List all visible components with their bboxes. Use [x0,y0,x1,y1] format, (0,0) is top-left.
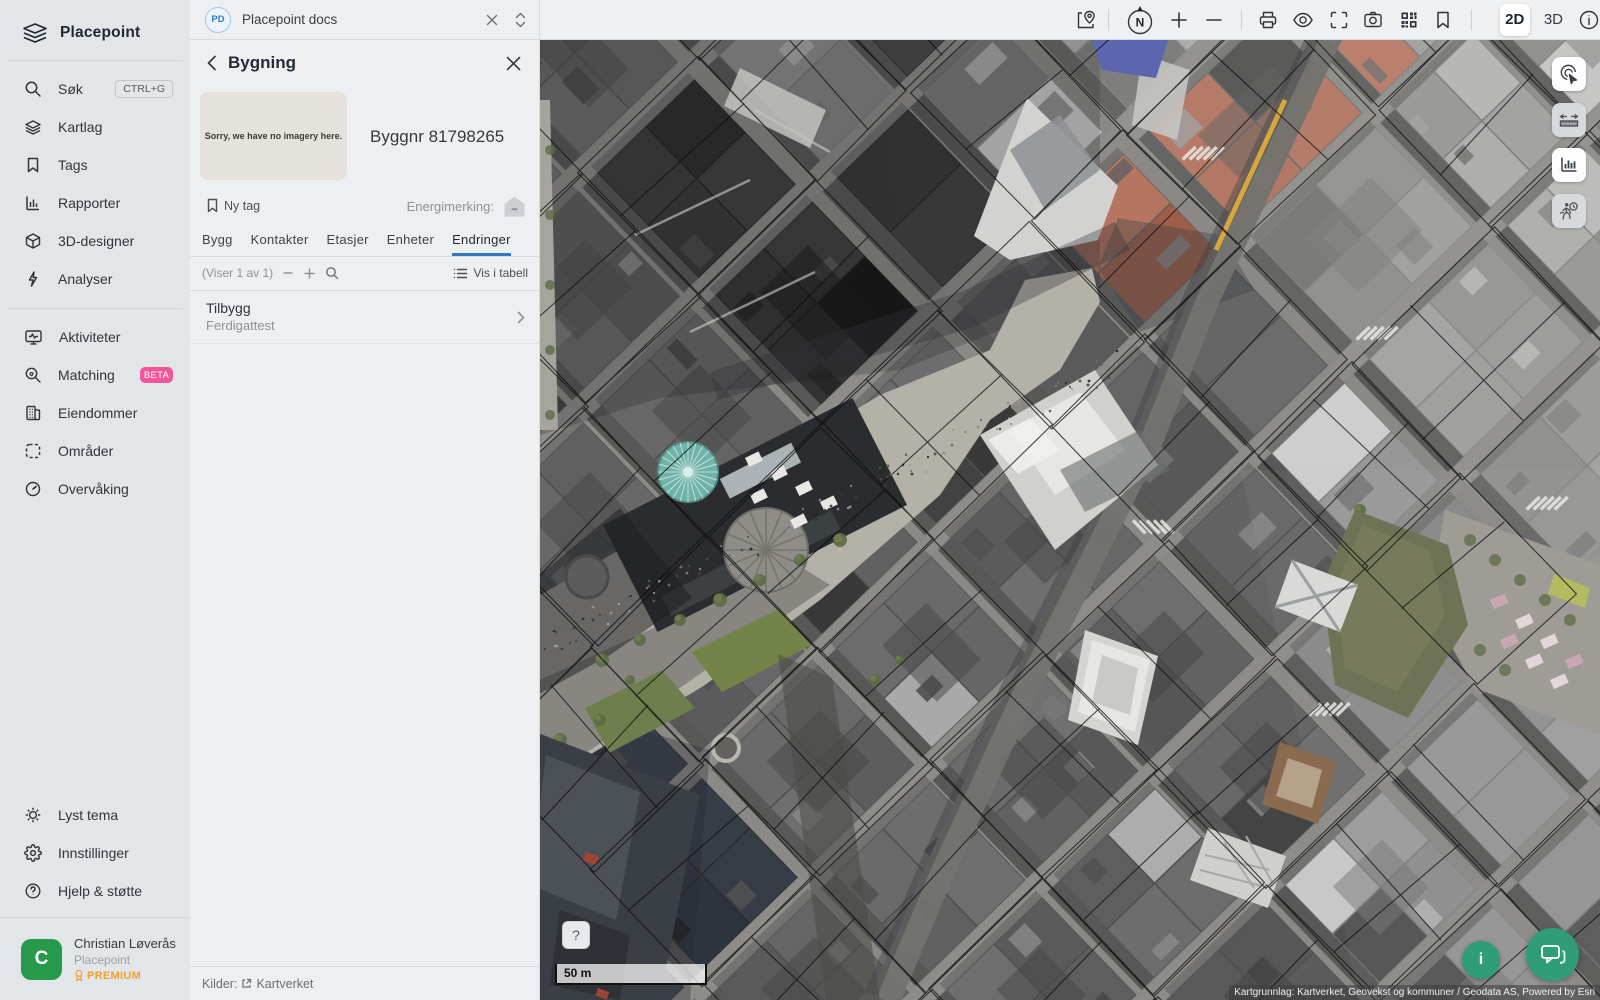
svg-text:N: N [1136,15,1145,29]
